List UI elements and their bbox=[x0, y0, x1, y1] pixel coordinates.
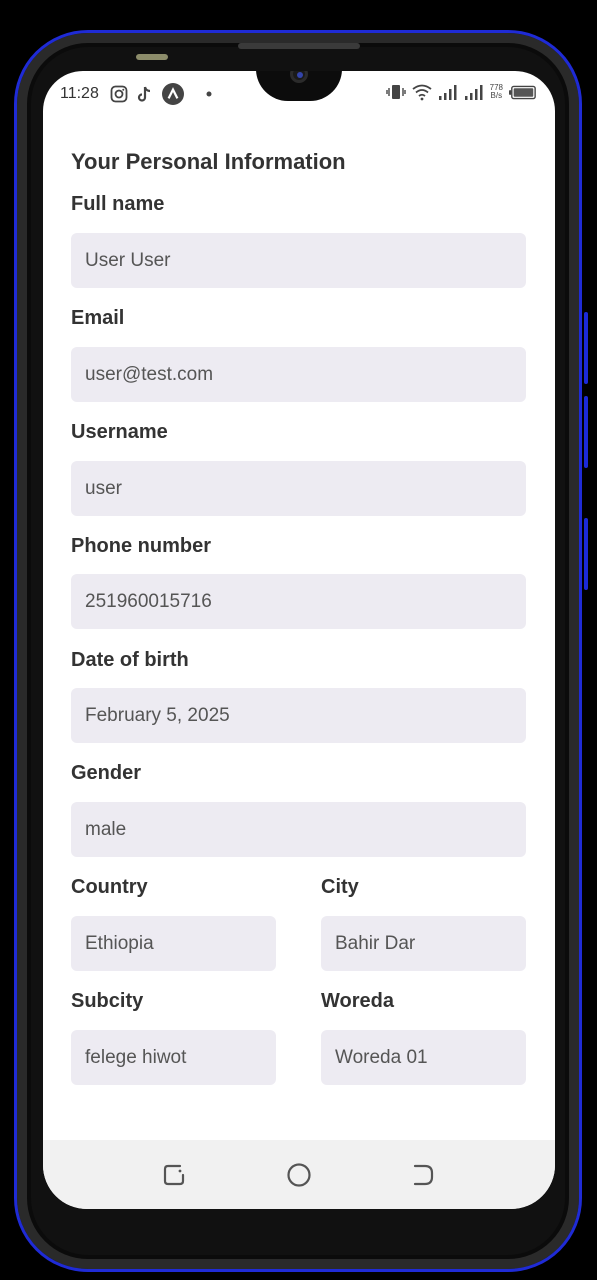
proximity-sensor bbox=[136, 54, 168, 60]
earpiece-speaker bbox=[238, 43, 360, 49]
dot-icon bbox=[206, 91, 212, 97]
gender-label: Gender bbox=[71, 762, 142, 784]
notification-icons bbox=[110, 83, 218, 105]
vibrate-icon bbox=[385, 85, 406, 99]
subcity-input[interactable] bbox=[71, 1030, 276, 1085]
email-input[interactable] bbox=[71, 347, 526, 402]
city-input[interactable] bbox=[321, 916, 526, 971]
wifi-icon bbox=[412, 84, 432, 101]
phone-screen: 11:28 778 B/s Your Personal Information … bbox=[43, 71, 555, 1209]
app-icon bbox=[162, 83, 184, 105]
username-input[interactable] bbox=[71, 461, 526, 516]
country-label: Country bbox=[71, 876, 148, 898]
date-of-birth-input[interactable] bbox=[71, 688, 526, 743]
subcity-label: Subcity bbox=[71, 990, 144, 1012]
gender-input[interactable] bbox=[71, 802, 526, 857]
country-input[interactable] bbox=[71, 916, 276, 971]
woreda-label: Woreda bbox=[321, 990, 394, 1012]
front-camera bbox=[290, 71, 308, 83]
email-label: Email bbox=[71, 307, 125, 329]
page-title: Your Personal Information bbox=[71, 149, 346, 174]
battery-icon bbox=[509, 85, 536, 99]
navigation-bar bbox=[43, 1140, 555, 1209]
status-time: 11:28 bbox=[60, 85, 99, 102]
volume-up-button bbox=[584, 312, 588, 384]
system-icons: 778 B/s bbox=[385, 83, 537, 101]
instagram-icon bbox=[110, 85, 128, 103]
network-speed-unit: B/s bbox=[490, 91, 503, 100]
tiktok-icon bbox=[137, 86, 151, 102]
back-icon[interactable] bbox=[410, 1162, 436, 1188]
full-name-label: Full name bbox=[71, 193, 165, 215]
woreda-input[interactable] bbox=[321, 1030, 526, 1085]
signal-icon bbox=[464, 85, 483, 100]
home-icon[interactable] bbox=[286, 1162, 312, 1188]
city-label: City bbox=[321, 876, 359, 898]
volume-down-button bbox=[584, 396, 588, 468]
phone-number-label: Phone number bbox=[71, 535, 212, 557]
recent-apps-icon[interactable] bbox=[161, 1162, 187, 1188]
username-label: Username bbox=[71, 421, 168, 443]
network-speed: 778 B/s bbox=[490, 84, 503, 100]
full-name-input[interactable] bbox=[71, 233, 526, 288]
signal-icon bbox=[438, 85, 457, 100]
date-of-birth-label: Date of birth bbox=[71, 649, 189, 671]
power-button bbox=[584, 518, 588, 590]
phone-number-input[interactable] bbox=[71, 574, 526, 629]
